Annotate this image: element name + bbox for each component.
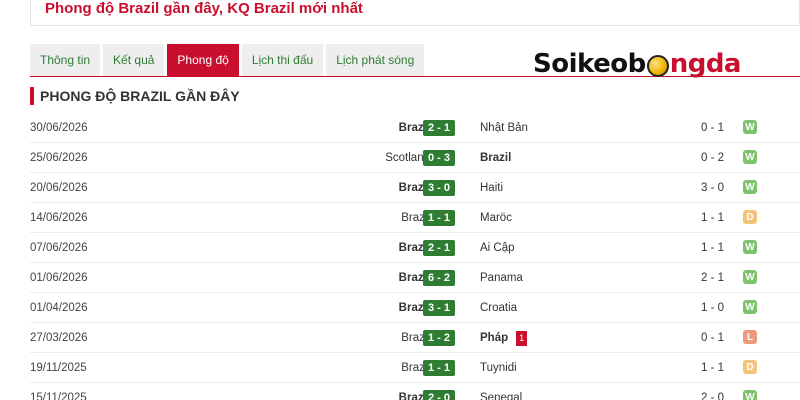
halftime-score: 0 - 1 bbox=[700, 122, 724, 134]
tab-bar: Thông tin Kết quả Phong độ Lịch thi đấu … bbox=[30, 44, 425, 76]
logo-text-b: ngda bbox=[669, 49, 742, 79]
halftime-score: 1 - 1 bbox=[700, 212, 724, 224]
page-header: Phong độ Brazil gần đây, KQ Brazil mới n… bbox=[30, 0, 800, 26]
tab-ket-qua[interactable]: Kết quả bbox=[103, 44, 165, 76]
match-row[interactable]: 30/06/2026 Brazil 2 - 1 Nhật Bản 0 - 1W bbox=[30, 113, 800, 143]
score-badge[interactable]: 2 - 1 bbox=[423, 120, 455, 136]
away-team[interactable]: Ai Cập bbox=[480, 242, 515, 254]
match-row[interactable]: 07/06/2026 Brazil 2 - 1 Ai Cập 1 - 1W bbox=[30, 233, 800, 263]
section-title: PHONG ĐỘ BRAZIL GẦN ĐÂY bbox=[30, 86, 240, 106]
soccer-ball-icon bbox=[646, 55, 669, 77]
away-team[interactable]: Haiti bbox=[480, 182, 503, 194]
away-team[interactable]: Maröc bbox=[480, 212, 512, 224]
section-title-bar bbox=[30, 87, 34, 105]
result-badge: D bbox=[743, 360, 757, 374]
tab-phong-do[interactable]: Phong độ bbox=[167, 44, 239, 76]
match-list: 30/06/2026 Brazil 2 - 1 Nhật Bản 0 - 1 W 25/06… bbox=[30, 113, 800, 400]
tab-lich-thi-dau[interactable]: Lịch thi đấu bbox=[241, 44, 324, 76]
result-badge: W bbox=[743, 390, 757, 400]
away-team-cell: Croatia bbox=[480, 293, 517, 323]
match-row[interactable]: 25/06/2026 Scotland 0 - 3 Brazil 0 - 2W bbox=[30, 143, 800, 173]
halftime-score: 0 - 2 bbox=[700, 152, 724, 164]
result-badge: W bbox=[743, 180, 757, 194]
section-title-text: PHONG ĐỘ BRAZIL GẦN ĐÂY bbox=[40, 88, 240, 104]
halftime-score: 1 - 0 bbox=[700, 302, 724, 314]
away-team-cell: Brazil bbox=[480, 143, 511, 173]
score-badge[interactable]: 0 - 3 bbox=[423, 150, 455, 166]
logo-text-a: Soikeob bbox=[533, 49, 646, 79]
away-team[interactable]: Senegal bbox=[480, 392, 522, 400]
match-row[interactable]: 15/11/2025 Brazil 2 - 0 Senegal 2 - 0W bbox=[30, 383, 800, 400]
away-team-cell: Haiti bbox=[480, 173, 503, 203]
result-badge: W bbox=[743, 270, 757, 284]
score-badge[interactable]: 1 - 1 bbox=[423, 210, 455, 226]
match-date: 19/11/2025 bbox=[30, 362, 87, 374]
match-date: 15/11/2025 bbox=[30, 392, 87, 400]
match-row[interactable]: 14/06/2026 Brazil 1 - 1 Maröc 1 - 1D bbox=[30, 203, 800, 233]
match-date: 27/03/2026 bbox=[30, 332, 88, 344]
page-title: Phong độ Brazil gần đây, KQ Brazil mới n… bbox=[45, 0, 363, 17]
tab-thong-tin[interactable]: Thông tin bbox=[30, 44, 101, 76]
score-badge[interactable]: 6 - 2 bbox=[423, 270, 455, 286]
match-row[interactable]: 27/03/2026 Brazil 1 - 2 Pháp 1 0 - 1L bbox=[30, 323, 800, 353]
score-badge[interactable]: 1 - 2 bbox=[423, 330, 455, 346]
match-row[interactable]: 01/06/2026 Brazil 6 - 2 Panama 2 - 1W bbox=[30, 263, 800, 293]
match-row[interactable]: 01/04/2026 Brazil 3 - 1 Croatia 1 - 0W bbox=[30, 293, 800, 323]
halftime-score: 0 - 1 bbox=[700, 332, 724, 344]
match-date: 14/06/2026 bbox=[30, 212, 88, 224]
score-badge[interactable]: 2 - 1 bbox=[423, 240, 455, 256]
away-team[interactable]: Nhật Bản bbox=[480, 122, 528, 134]
away-team-cell: Maröc bbox=[480, 203, 512, 233]
halftime-score: 2 - 0 bbox=[700, 392, 724, 400]
result-badge: W bbox=[743, 300, 757, 314]
match-date: 25/06/2026 bbox=[30, 152, 88, 164]
score-badge[interactable]: 3 - 1 bbox=[423, 300, 455, 316]
score-badge[interactable]: 3 - 0 bbox=[423, 180, 455, 196]
halftime-score: 3 - 0 bbox=[700, 182, 724, 194]
match-row[interactable]: 20/06/2026 Brazil 3 - 0 Haiti 3 - 0W bbox=[30, 173, 800, 203]
result-badge: L bbox=[743, 330, 757, 344]
match-date: 30/06/2026 bbox=[30, 122, 88, 134]
site-logo[interactable]: Soikeob ngda bbox=[533, 46, 741, 82]
match-date: 07/06/2026 bbox=[30, 242, 88, 254]
match-date: 01/06/2026 bbox=[30, 272, 88, 284]
away-team[interactable]: Pháp bbox=[480, 332, 508, 344]
score-badge[interactable]: 1 - 1 bbox=[423, 360, 455, 376]
halftime-score: 1 - 1 bbox=[700, 242, 724, 254]
tab-lich-phat-song[interactable]: Lịch phát sóng bbox=[326, 44, 425, 76]
red-card-icon: 1 bbox=[516, 330, 528, 346]
match-date: 01/04/2026 bbox=[30, 302, 88, 314]
score-badge[interactable]: 2 - 0 bbox=[423, 390, 455, 400]
halftime-score: 2 - 1 bbox=[700, 272, 724, 284]
away-team[interactable]: Croatia bbox=[480, 302, 517, 314]
halftime-score: 1 - 1 bbox=[700, 362, 724, 374]
away-team-cell: Ai Cập bbox=[480, 233, 515, 263]
away-team-cell: Panama bbox=[480, 263, 523, 293]
away-team[interactable]: Brazil bbox=[480, 152, 511, 164]
away-team-cell: Nhật Bản bbox=[480, 113, 528, 143]
result-badge: W bbox=[743, 150, 757, 164]
match-date: 20/06/2026 bbox=[30, 182, 88, 194]
away-team-cell: Pháp 1 bbox=[480, 323, 528, 353]
away-team[interactable]: Tuynidi bbox=[480, 362, 517, 374]
away-team[interactable]: Panama bbox=[480, 272, 523, 284]
result-badge: W bbox=[743, 240, 757, 254]
away-team-cell: Senegal bbox=[480, 383, 522, 400]
result-badge: W bbox=[743, 120, 757, 134]
away-team-cell: Tuynidi bbox=[480, 353, 517, 383]
match-row[interactable]: 19/11/2025 Brazil 1 - 1 Tuynidi 1 - 1D bbox=[30, 353, 800, 383]
result-badge: D bbox=[743, 210, 757, 224]
